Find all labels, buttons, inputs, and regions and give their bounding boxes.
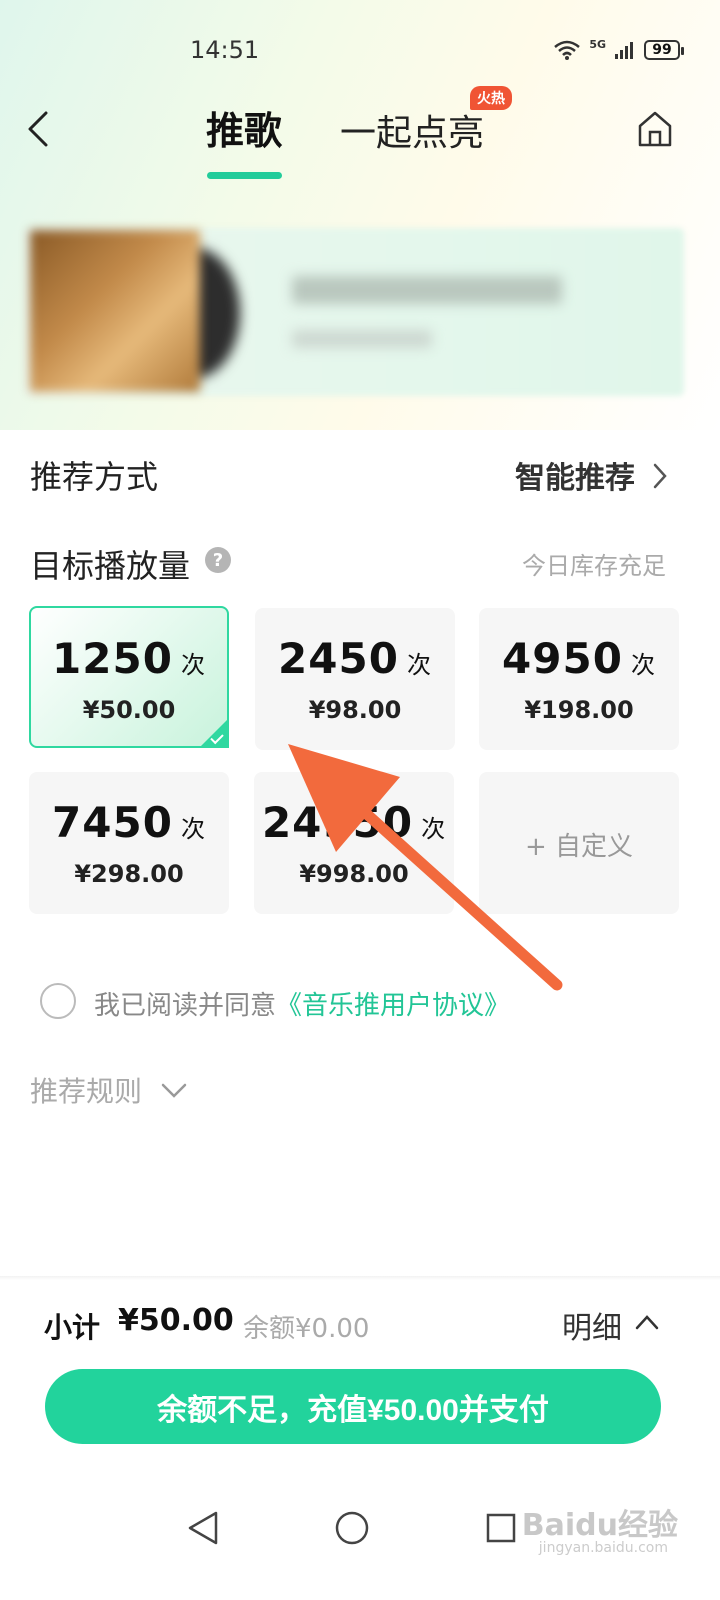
wifi-icon — [554, 40, 581, 60]
system-home-icon[interactable] — [334, 1510, 370, 1546]
option-count: 1250 — [52, 634, 173, 683]
option-price: ¥298.00 — [74, 860, 184, 888]
footer-divider — [0, 1276, 720, 1280]
custom-option-label: + 自定义 — [524, 832, 634, 862]
recommend-method-value[interactable]: 智能推荐 — [515, 453, 635, 497]
detail-toggle[interactable]: 明细 — [562, 1303, 622, 1347]
signal-icon — [615, 41, 633, 59]
option-count: 24950 — [261, 798, 414, 847]
chevron-right-icon[interactable] — [652, 462, 668, 490]
status-time: 14:51 — [190, 36, 260, 64]
song-artist-blurred — [292, 330, 432, 348]
baidu-watermark-url: jingyan.baidu.com — [538, 1540, 668, 1556]
song-cover — [30, 230, 200, 392]
back-icon[interactable] — [26, 110, 50, 148]
recommend-method-label: 推荐方式 — [30, 458, 159, 496]
option-count: 2450 — [278, 634, 399, 683]
battery-level: 99 — [652, 41, 672, 58]
option-count: 7450 — [52, 798, 173, 847]
system-back-icon[interactable] — [186, 1510, 220, 1546]
option-unit: 次 — [180, 651, 206, 679]
subtotal-label: 小计 — [44, 1311, 101, 1344]
battery-icon: 99 — [644, 39, 684, 60]
option-card-7450[interactable]: 7450 次 ¥298.00 — [29, 772, 229, 914]
help-icon[interactable]: ? — [205, 547, 231, 573]
hot-badge: 火热 — [470, 86, 512, 110]
home-icon[interactable] — [637, 110, 673, 148]
option-card-24950[interactable]: 24950 次 ¥998.00 — [254, 772, 454, 914]
option-card-4950[interactable]: 4950 次 ¥198.00 — [479, 608, 679, 750]
song-title-blurred — [292, 276, 562, 304]
option-unit: 次 — [630, 651, 656, 679]
baidu-watermark: Baidu经验 — [521, 1508, 678, 1543]
option-price: ¥998.00 — [299, 860, 409, 888]
chevron-down-icon[interactable] — [160, 1082, 188, 1100]
pay-button[interactable]: 余额不足，充值¥50.00并支付 — [45, 1369, 661, 1444]
network-label: 5G — [589, 38, 606, 51]
rules-toggle-label[interactable]: 推荐规则 — [30, 1070, 142, 1110]
option-card-custom[interactable]: + 自定义 — [479, 772, 679, 914]
option-price: ¥50.00 — [82, 696, 176, 724]
balance-text: 余额¥0.00 — [243, 1314, 370, 1344]
option-card-2450[interactable]: 2450 次 ¥98.00 — [255, 608, 455, 750]
stock-status: 今日库存充足 — [522, 552, 666, 580]
option-unit: 次 — [421, 815, 447, 843]
system-recents-icon[interactable] — [485, 1512, 517, 1544]
subtotal-value: ¥50.00 — [118, 1303, 234, 1338]
option-unit: 次 — [406, 651, 432, 679]
status-icons: 5G 99 — [553, 38, 684, 61]
option-card-1250[interactable]: 1250 次 ¥50.00 — [29, 606, 229, 748]
agreement-prefix: 我已阅读并同意 — [94, 991, 277, 1021]
target-plays-label: 目标播放量 — [30, 547, 191, 585]
option-unit: 次 — [180, 815, 206, 843]
agreement-text: 我已阅读并同意《音乐推用户协议》 — [94, 985, 510, 1022]
tab-light-up-together[interactable]: 一起点亮 — [340, 104, 484, 156]
tab-active-indicator — [207, 172, 282, 179]
tab-recommend-song[interactable]: 推歌 — [206, 100, 282, 155]
option-price: ¥98.00 — [308, 696, 402, 724]
option-count: 4950 — [502, 634, 623, 683]
option-price: ¥198.00 — [524, 696, 634, 724]
agreement-link[interactable]: 《音乐推用户协议》 — [276, 991, 510, 1021]
chevron-up-icon[interactable] — [634, 1313, 660, 1331]
agreement-checkbox[interactable] — [40, 983, 76, 1019]
